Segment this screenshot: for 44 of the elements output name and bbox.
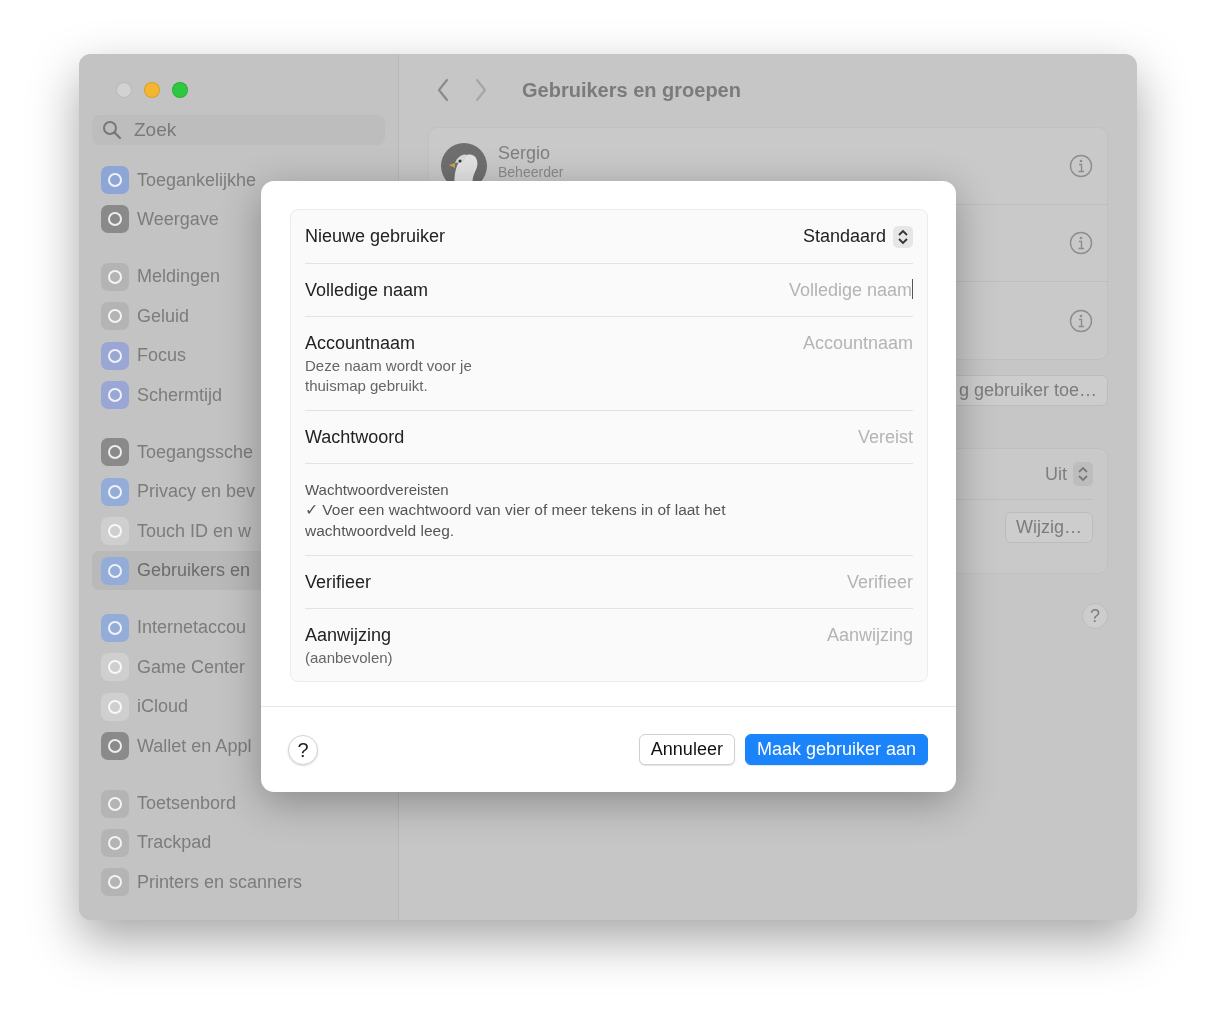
cancel-button[interactable]: Annuleer	[638, 734, 735, 765]
info-icon	[1069, 308, 1093, 333]
input-field[interactable]: Volledige naam	[672, 277, 912, 304]
page-title: Gebruikers en groepen	[522, 78, 741, 103]
chevron-icon	[1073, 462, 1093, 486]
help-button[interactable]: ?	[288, 734, 318, 765]
back-icon	[436, 78, 450, 102]
input-field[interactable]: Accountnaam	[673, 330, 913, 357]
search-input[interactable]: Zoek	[132, 114, 332, 146]
value-select[interactable]: Uit	[1045, 462, 1093, 486]
search-icon	[102, 120, 122, 141]
sidebar-item[interactable]: Toetsenbord	[92, 783, 385, 824]
change-button[interactable]: Wijzig…	[1005, 512, 1093, 543]
field-label: Accountnaam	[305, 332, 417, 356]
field-label: Volledige naam	[305, 279, 429, 302]
field-note: (aanbevolen)	[305, 647, 393, 668]
input-field[interactable]: Vereist	[673, 423, 913, 450]
create-user-button[interactable]: Maak gebruiker aan	[744, 734, 928, 765]
input-field[interactable]: Verifieer	[673, 568, 913, 595]
sidebar-item[interactable]: Toegankelijkhe	[92, 160, 385, 200]
field-label: Verifieer	[305, 570, 372, 594]
account-type-popup[interactable]: Standaard	[802, 223, 913, 250]
user-role: Beheerder	[498, 164, 564, 180]
sidebar-item[interactable]: Trackpad	[92, 823, 385, 863]
window-control-button[interactable]	[144, 82, 160, 98]
requirements-title: Wachtwoordvereisten	[305, 479, 450, 500]
requirements-text: ✓ Voer een wachtwoord van vier of meer tekens in of laat het wachtwoordveld leeg.	[305, 499, 727, 541]
select-value: Uit	[1045, 462, 1067, 486]
search-field[interactable]: Zoek	[92, 114, 385, 146]
sidebar-item[interactable]: Printers en scanners	[92, 862, 385, 902]
input-field[interactable]: Aanwijzing	[673, 621, 913, 648]
help-button[interactable]: ?	[1082, 603, 1108, 629]
field-label: Nieuwe gebruiker	[305, 225, 446, 248]
user-name: Sergio	[498, 142, 552, 165]
field-label: Aanwijzing	[305, 623, 393, 647]
field-label: Wachtwoord	[305, 425, 405, 449]
sidebar-item[interactable]: iCloud	[92, 687, 385, 727]
window-control-button[interactable]	[172, 82, 188, 98]
forward-icon	[474, 78, 488, 102]
field-note: Deze naam wordt voor je thuismap gebruikt.	[305, 356, 473, 397]
window-control-button[interactable]	[116, 82, 132, 98]
chevron-icon	[893, 225, 913, 248]
info-icon	[1069, 231, 1093, 255]
info-icon	[1069, 154, 1093, 178]
